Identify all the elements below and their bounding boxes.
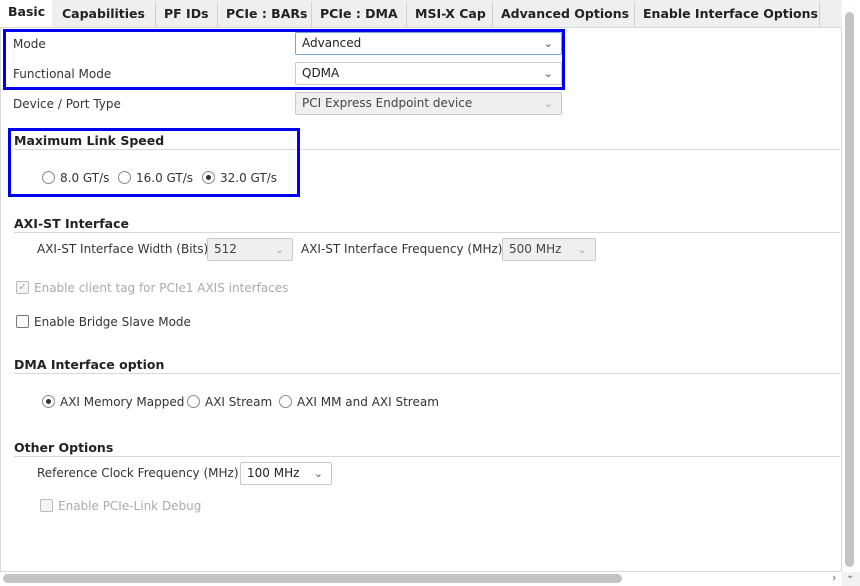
bridge-slave-label: Enable Bridge Slave Mode <box>34 315 191 329</box>
client-tag-checkbox[interactable]: ✓ <box>16 281 29 294</box>
vertical-scrollbar[interactable]: ⌃ ⌄ <box>842 0 860 581</box>
other-title: Other Options <box>14 440 114 455</box>
ref-clock-value: 100 MHz <box>247 466 300 480</box>
scroll-down-icon[interactable]: ⌄ <box>846 570 854 581</box>
scroll-right-icon[interactable]: › <box>832 571 836 584</box>
radio-axi-stream[interactable] <box>187 395 200 408</box>
horizontal-scroll-thumb[interactable] <box>3 574 622 583</box>
axi-st-title: AXI-ST Interface <box>14 216 129 231</box>
chevron-down-icon: ⌄ <box>543 97 553 110</box>
device-port-label: Device / Port Type <box>13 97 121 111</box>
tab-enable-interface-options[interactable]: Enable Interface Options <box>635 2 820 28</box>
client-tag-label: Enable client tag for PCIe1 AXIS interfa… <box>34 281 289 295</box>
radio-axi-stream-label: AXI Stream <box>205 395 273 409</box>
tab-pcie-dma[interactable]: PCIe : DMA <box>312 2 407 28</box>
tab-bar: Basic Capabilities PF IDs PCIe : BARs PC… <box>0 0 840 28</box>
radio-axi-mm[interactable] <box>42 395 55 408</box>
dma-title: DMA Interface option <box>14 357 165 372</box>
radio-axi-mm-stream-label: AXI MM and AXI Stream <box>297 395 439 409</box>
axi-st-width-value: 512 <box>214 242 237 256</box>
tab-basic[interactable]: Basic <box>0 0 52 28</box>
device-port-value: PCI Express Endpoint device <box>302 96 473 110</box>
axi-st-freq-value: 500 MHz <box>509 242 562 256</box>
tab-msix-cap[interactable]: MSI-X Cap <box>407 2 493 28</box>
chevron-down-icon: ⌄ <box>313 467 323 480</box>
bridge-slave-checkbox[interactable] <box>16 315 29 328</box>
ref-clock-label: Reference Clock Frequency (MHz) <box>37 466 239 480</box>
axi-st-width-select[interactable]: 512 ⌄ <box>207 238 293 261</box>
radio-axi-mm-stream[interactable] <box>279 395 292 408</box>
horizontal-scrollbar[interactable]: › <box>0 571 842 586</box>
highlight-box-link-speed <box>8 128 300 197</box>
link-debug-label: Enable PCIe-Link Debug <box>58 499 202 513</box>
scroll-up-icon[interactable]: ⌃ <box>846 0 854 8</box>
tab-pcie-bars[interactable]: PCIe : BARs <box>218 2 312 28</box>
tab-advanced-options[interactable]: Advanced Options <box>493 2 635 28</box>
axi-st-freq-label: AXI-ST Interface Frequency (MHz) <box>301 242 503 256</box>
vertical-scroll-thumb[interactable] <box>845 12 854 567</box>
axi-st-freq-select[interactable]: 500 MHz ⌄ <box>502 238 596 261</box>
divider <box>14 456 840 457</box>
tab-pf-ids[interactable]: PF IDs <box>156 2 218 28</box>
divider <box>14 373 840 374</box>
chevron-down-icon: ⌄ <box>274 243 284 256</box>
link-debug-checkbox[interactable] <box>40 499 53 512</box>
ref-clock-select[interactable]: 100 MHz ⌄ <box>240 462 332 485</box>
highlight-box-mode <box>3 29 565 90</box>
tab-capabilities[interactable]: Capabilities <box>52 2 156 28</box>
device-port-select[interactable]: PCI Express Endpoint device ⌄ <box>295 92 562 115</box>
radio-axi-mm-label: AXI Memory Mapped <box>60 395 185 409</box>
chevron-down-icon: ⌄ <box>577 243 587 256</box>
divider <box>14 232 840 233</box>
axi-st-width-label: AXI-ST Interface Width (Bits) <box>37 242 209 256</box>
